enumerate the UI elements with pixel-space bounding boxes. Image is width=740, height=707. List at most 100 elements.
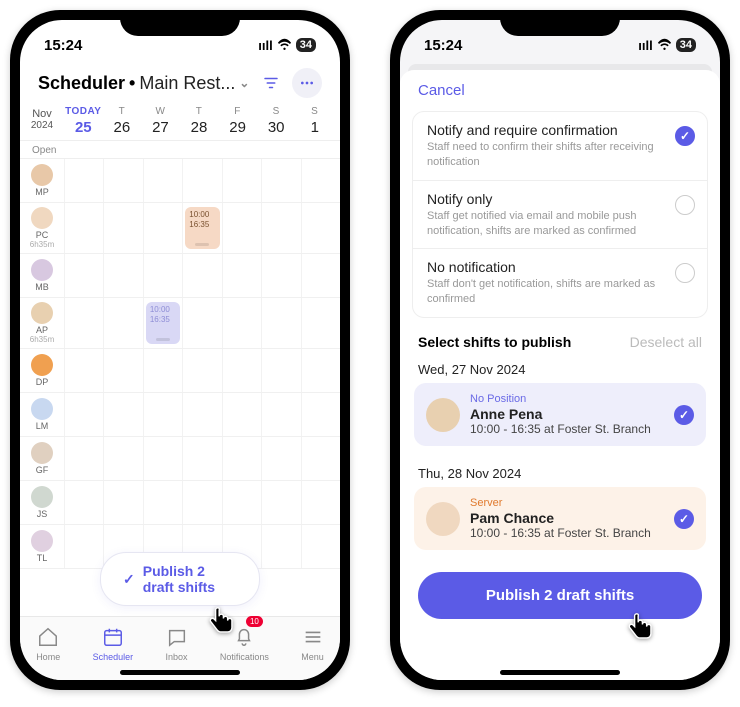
grid-cell[interactable] (261, 481, 300, 524)
grid-cell[interactable] (222, 393, 261, 436)
grid-cell[interactable] (103, 159, 142, 202)
employee-label[interactable]: TL (20, 525, 64, 568)
grid-cell[interactable] (301, 298, 340, 348)
shift-card[interactable]: Server Pam Chance 10:00 - 16:35 at Foste… (414, 487, 706, 550)
grid-cell[interactable] (143, 159, 182, 202)
shift-block[interactable]: 10:0016:35 (185, 207, 219, 249)
grid-cell[interactable] (143, 393, 182, 436)
grid-cell[interactable] (301, 437, 340, 480)
grid-cell[interactable] (64, 159, 103, 202)
grid-cell[interactable] (222, 437, 261, 480)
deselect-all-button[interactable]: Deselect all (630, 334, 702, 350)
grid-cell[interactable] (301, 254, 340, 297)
employee-row: JS (20, 481, 340, 525)
tab-home[interactable]: Home (36, 626, 60, 662)
grid-cell[interactable] (143, 481, 182, 524)
grid-cell[interactable] (182, 481, 221, 524)
grid-cell[interactable] (103, 437, 142, 480)
employee-label[interactable]: MP (20, 159, 64, 202)
grid-cell[interactable] (143, 437, 182, 480)
grid-cell[interactable] (261, 437, 300, 480)
cancel-button[interactable]: Cancel (400, 70, 720, 107)
grid-cell[interactable] (301, 393, 340, 436)
grid-cell[interactable] (222, 349, 261, 392)
grid-cell[interactable] (301, 481, 340, 524)
employee-hours: 6h35m (30, 240, 54, 249)
employee-label[interactable]: JS (20, 481, 64, 524)
grid-cell[interactable] (222, 298, 261, 348)
employee-label[interactable]: GF (20, 437, 64, 480)
grid-cell[interactable]: 10:0016:35 (143, 298, 182, 348)
shift-card[interactable]: No Position Anne Pena 10:00 - 16:35 at F… (414, 383, 706, 446)
grid-cell[interactable] (64, 349, 103, 392)
notify-option[interactable]: Notify only Staff get notified via email… (413, 181, 707, 250)
grid-cell[interactable] (182, 254, 221, 297)
employee-label[interactable]: DP (20, 349, 64, 392)
avatar (31, 164, 53, 186)
tab-inbox[interactable]: Inbox (165, 626, 187, 662)
day-column[interactable]: F29 (218, 106, 257, 136)
grid-cell[interactable] (222, 159, 261, 202)
grid-cell[interactable] (301, 203, 340, 253)
grid-cell[interactable] (64, 298, 103, 348)
grid-cell[interactable] (143, 349, 182, 392)
grid-cell[interactable] (103, 349, 142, 392)
grid-cell[interactable] (182, 298, 221, 348)
grid-cell[interactable] (143, 203, 182, 253)
grid-cell[interactable] (182, 393, 221, 436)
day-column[interactable]: S1 (295, 106, 334, 136)
employee-label[interactable]: MB (20, 254, 64, 297)
employee-label[interactable]: AP 6h35m (20, 298, 64, 348)
grid-cell[interactable] (182, 159, 221, 202)
grid-cell[interactable] (301, 525, 340, 568)
grid-cell[interactable] (103, 393, 142, 436)
tab-scheduler[interactable]: Scheduler (93, 626, 134, 662)
day-column[interactable]: W27 (141, 106, 180, 136)
notify-option[interactable]: Notify and require confirmation Staff ne… (413, 112, 707, 181)
tab-notifications[interactable]: 10 Notifications (220, 626, 269, 662)
grid-cell[interactable] (103, 203, 142, 253)
employee-label[interactable]: PC 6h35m (20, 203, 64, 253)
grid-cell[interactable] (301, 159, 340, 202)
notify-option[interactable]: No notification Staff don't get notifica… (413, 249, 707, 317)
tab-menu[interactable]: Menu (301, 626, 324, 662)
grid-cell[interactable] (301, 349, 340, 392)
publish-draft-pill[interactable]: ✓ Publish 2 draft shifts (100, 552, 260, 606)
grid-cell[interactable] (222, 481, 261, 524)
grid-cell[interactable] (64, 481, 103, 524)
grid-cell[interactable] (261, 159, 300, 202)
header-title-group[interactable]: Scheduler • Main Rest... ⌄ (38, 73, 250, 94)
day-column[interactable]: TODAY25 (64, 106, 103, 136)
grid-cell[interactable] (103, 481, 142, 524)
grid-cell[interactable] (222, 254, 261, 297)
grid-cell[interactable] (64, 525, 103, 568)
grid-cell[interactable] (261, 298, 300, 348)
grid-cell[interactable] (261, 393, 300, 436)
publish-button[interactable]: Publish 2 draft shifts (418, 572, 702, 619)
grid-cell[interactable] (261, 525, 300, 568)
shift-block[interactable]: 10:0016:35 (146, 302, 180, 344)
grid-cell[interactable] (261, 254, 300, 297)
day-column[interactable]: T26 (103, 106, 142, 136)
grid-cell[interactable] (222, 203, 261, 253)
grid-cell[interactable] (143, 254, 182, 297)
day-column[interactable]: T28 (180, 106, 219, 136)
grid-cell[interactable] (64, 203, 103, 253)
grid-cell[interactable] (182, 437, 221, 480)
grid-cell[interactable] (261, 349, 300, 392)
filter-button[interactable] (256, 68, 286, 98)
grid-cell[interactable] (103, 298, 142, 348)
employee-initials: MB (35, 282, 49, 292)
grid-cell[interactable] (261, 203, 300, 253)
employee-label[interactable]: LM (20, 393, 64, 436)
grid-cell[interactable]: 10:0016:35 (182, 203, 221, 253)
grid-cell[interactable] (64, 393, 103, 436)
day-number: 27 (141, 119, 180, 136)
grid-cell[interactable] (103, 254, 142, 297)
schedule-grid[interactable]: Open MP PC 6h35m 10:0016:35 MB AP 6h35m … (20, 140, 340, 616)
more-button[interactable] (292, 68, 322, 98)
grid-cell[interactable] (182, 349, 221, 392)
day-column[interactable]: S30 (257, 106, 296, 136)
grid-cell[interactable] (64, 437, 103, 480)
grid-cell[interactable] (64, 254, 103, 297)
